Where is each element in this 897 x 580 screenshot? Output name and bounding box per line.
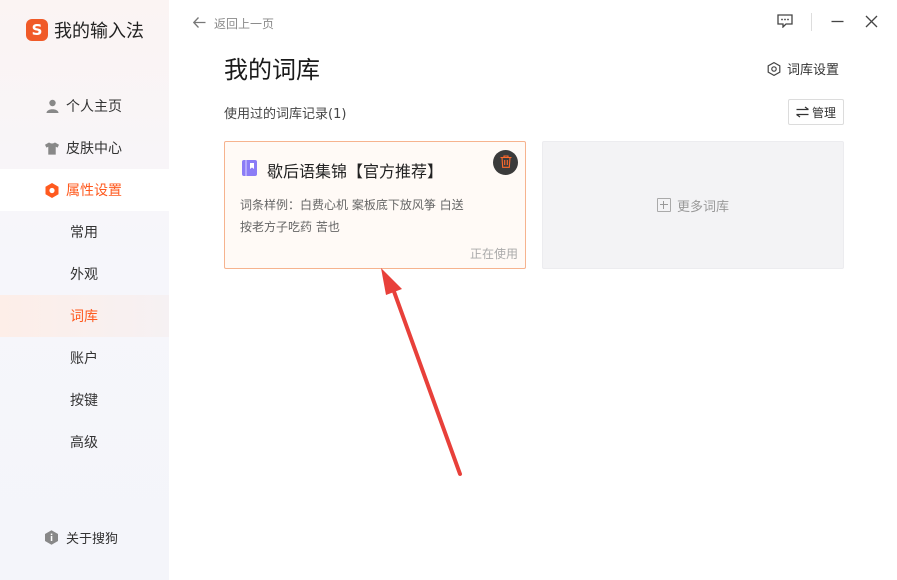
sidebar-item-settings[interactable]: 属性设置: [0, 169, 169, 211]
hexagon-settings-icon: [45, 182, 59, 198]
sidebar-subitem-label: 词库: [70, 309, 98, 325]
sidebar-subitem-label: 高级: [70, 435, 98, 451]
sidebar-subitem-account[interactable]: 账户: [0, 337, 169, 379]
close-button[interactable]: [861, 12, 881, 32]
sidebar-subitem-dictionary[interactable]: 词库: [0, 295, 169, 337]
dictionary-card[interactable]: 歇后语集锦【官方推荐】 词条样例：白费心机 案板底下放风筝 白送 按老方子吃药 …: [224, 141, 526, 269]
window-controls-divider: [811, 13, 812, 31]
book-icon: [242, 160, 257, 176]
sidebar-subitem-label: 按键: [70, 393, 98, 409]
feedback-icon: [777, 13, 793, 32]
sidebar-item-label: 个人主页: [66, 99, 122, 115]
feedback-button[interactable]: [775, 12, 795, 32]
hexagon-gear-icon: [767, 61, 781, 76]
minimize-button[interactable]: [827, 12, 847, 32]
sidebar-subitem-label: 外观: [70, 267, 98, 283]
sidebar-subitem-advanced[interactable]: 高级: [0, 421, 169, 463]
sogou-logo-icon: S: [26, 19, 48, 41]
dictionary-title: 歇后语集锦【官方推荐】: [267, 162, 444, 181]
sidebar-subitem-common[interactable]: 常用: [0, 211, 169, 253]
dictionary-settings-button[interactable]: 词库设置: [767, 59, 839, 78]
sidebar-item-label: 属性设置: [66, 183, 122, 199]
sidebar: S 我的输入法 个人主页 皮肤中心 属性设置 常用 外观 词库 账户 按键 高级…: [0, 0, 169, 580]
manage-label: 管理: [811, 105, 836, 120]
sidebar-item-skins[interactable]: 皮肤中心: [0, 127, 169, 169]
tshirt-icon: [45, 141, 59, 155]
close-icon: [865, 13, 878, 32]
dictionary-sample: 词条样例：白费心机 案板底下放风筝 白送 按老方子吃药 苦也: [240, 198, 464, 234]
sidebar-subitem-label: 常用: [70, 225, 98, 241]
sidebar-subitem-appearance[interactable]: 外观: [0, 253, 169, 295]
back-label: 返回上一页: [214, 16, 275, 31]
sliders-icon: [796, 106, 809, 118]
app-window: S 我的输入法 个人主页 皮肤中心 属性设置 常用 外观 词库 账户 按键 高级…: [0, 0, 897, 580]
manage-button[interactable]: 管理: [788, 99, 844, 125]
info-hexagon-icon: [44, 530, 59, 545]
section-title: 使用过的词库记录(1): [224, 107, 347, 122]
status-label: 正在使用: [469, 247, 518, 261]
more-dictionaries-label: 更多词库: [676, 199, 729, 215]
sidebar-subitem-keys[interactable]: 按键: [0, 379, 169, 421]
minimize-icon: [831, 13, 844, 32]
page-title: 我的词库: [224, 56, 320, 84]
app-name: 我的输入法: [54, 21, 144, 42]
about-link[interactable]: 关于搜狗: [44, 528, 118, 547]
dictionary-settings-label: 词库设置: [787, 63, 840, 78]
plus-square-icon: [656, 198, 671, 212]
trash-icon: [500, 153, 512, 172]
sidebar-subitem-label: 账户: [70, 351, 98, 367]
sidebar-item-profile[interactable]: 个人主页: [0, 85, 169, 127]
person-icon: [45, 99, 59, 113]
delete-button[interactable]: [493, 150, 518, 175]
about-label: 关于搜狗: [66, 532, 119, 547]
brand: S 我的输入法: [26, 17, 144, 43]
sidebar-item-label: 皮肤中心: [66, 141, 122, 157]
back-arrow-icon: [192, 14, 206, 32]
back-button[interactable]: 返回上一页: [192, 14, 275, 32]
more-dictionaries-button[interactable]: 更多词库: [542, 141, 844, 269]
